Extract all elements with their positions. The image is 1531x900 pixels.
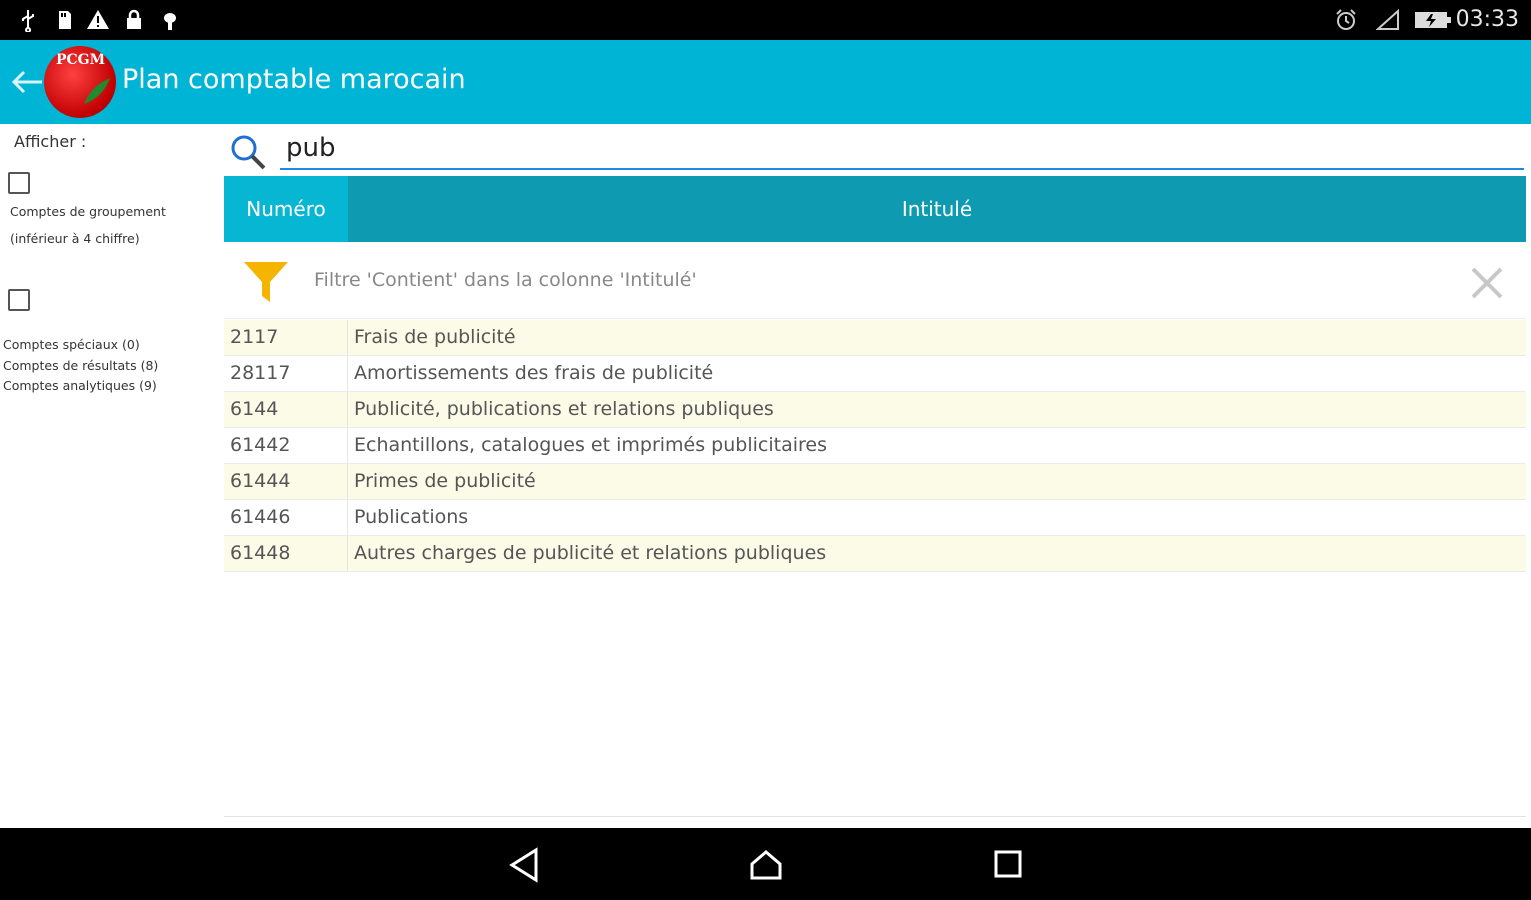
cell-intitule: Amortissements des frais de publicité xyxy=(354,362,714,384)
cell-intitule: Publicité, publications et relations pub… xyxy=(354,398,774,420)
table-row[interactable]: 61448 Autres charges de publicité et rela… xyxy=(224,536,1526,572)
column-header-numero[interactable]: Numéro xyxy=(224,176,348,242)
back-arrow-icon[interactable] xyxy=(8,60,48,104)
system-nav-bar xyxy=(0,828,1531,900)
filter-bar: Filtre 'Contient' dans la colonne 'Intit… xyxy=(224,244,1526,319)
afficher-label: Afficher : xyxy=(14,132,87,151)
cell-intitule: Publications xyxy=(354,506,469,528)
column-header-intitule[interactable]: Intitulé xyxy=(348,176,1526,242)
special-accounts-label: Comptes spéciaux (0) xyxy=(3,337,140,352)
group-accounts-checkbox[interactable] xyxy=(8,172,30,194)
status-bar: 03:33 xyxy=(0,0,1531,40)
cell-intitule: Frais de publicité xyxy=(354,326,516,348)
filter-funnel-icon xyxy=(244,262,288,302)
cell-numero: 28117 xyxy=(224,356,348,391)
alarm-icon xyxy=(1336,9,1356,30)
usb-icon xyxy=(22,10,34,32)
cell-numero: 61444 xyxy=(224,464,348,499)
accounts-table: Numéro Intitulé Filtre 'Contient' dans l… xyxy=(224,176,1526,817)
table-row[interactable]: 61442 Echantillons, catalogues et imprimé… xyxy=(224,428,1526,464)
cell-intitule: Autres charges de publicité et relations… xyxy=(354,542,827,564)
filter-description: Filtre 'Contient' dans la colonne 'Intit… xyxy=(314,269,697,291)
debug-icon xyxy=(164,13,176,30)
cell-intitule: Echantillons, catalogues et imprimés pub… xyxy=(354,434,827,456)
table-row[interactable]: 2117 Frais de publicité xyxy=(224,320,1526,356)
signal-icon xyxy=(1376,8,1399,30)
clear-filter-icon[interactable] xyxy=(1470,266,1504,300)
table-row[interactable]: 6144 Publicité, publications et relations… xyxy=(224,392,1526,428)
nav-back-icon[interactable] xyxy=(504,844,548,886)
app-logo: PCGM xyxy=(44,46,116,118)
group-accounts-label: Comptes de groupement xyxy=(10,204,166,219)
analytic-accounts-label: Comptes analytiques (9) xyxy=(3,378,157,393)
battery-icon xyxy=(1415,12,1451,28)
cell-numero: 2117 xyxy=(224,320,348,355)
cell-intitule: Primes de publicité xyxy=(354,470,536,492)
table-row[interactable]: 28117 Amortissements des frais de publici… xyxy=(224,356,1526,392)
page-title: Plan comptable marocain xyxy=(122,64,466,95)
cell-numero: 6144 xyxy=(224,392,348,427)
lock-icon xyxy=(127,9,141,29)
table-row[interactable]: 61446 Publications xyxy=(224,500,1526,536)
cell-numero: 61448 xyxy=(224,536,348,571)
special-accounts-checkbox[interactable] xyxy=(8,289,30,311)
search-icon xyxy=(231,135,266,170)
sd-card-icon xyxy=(59,11,71,29)
search-bar xyxy=(224,124,1524,174)
logo-text: PCGM xyxy=(56,52,106,68)
warning-icon xyxy=(87,10,109,29)
cell-numero: 61442 xyxy=(224,428,348,463)
nav-home-icon[interactable] xyxy=(744,844,788,886)
nav-recents-icon[interactable] xyxy=(986,844,1030,886)
search-input[interactable] xyxy=(280,128,1524,170)
app-bar: PCGM Plan comptable marocain xyxy=(0,40,1531,124)
filter-sidebar: Afficher : Comptes de groupement (inféri… xyxy=(0,124,220,828)
group-accounts-sublabel: (inférieur à 4 chiffre) xyxy=(10,231,140,246)
status-time: 03:33 xyxy=(1455,7,1519,32)
leaf-icon xyxy=(84,78,110,104)
table-header: Numéro Intitulé xyxy=(224,176,1526,242)
result-accounts-label: Comptes de résultats (8) xyxy=(3,358,159,373)
table-body: 2117 Frais de publicité 28117 Amortissemen… xyxy=(224,320,1526,572)
table-row[interactable]: 61444 Primes de publicité xyxy=(224,464,1526,500)
cell-numero: 61446 xyxy=(224,500,348,535)
